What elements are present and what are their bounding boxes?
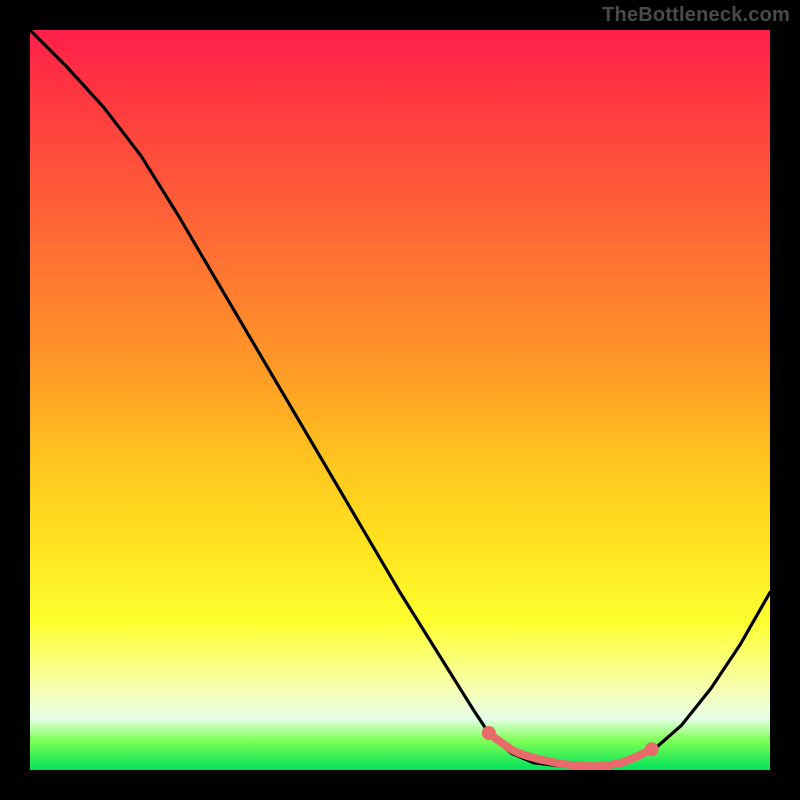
chart-frame: TheBottleneck.com: [0, 0, 800, 800]
bottleneck-chart: [30, 30, 770, 770]
highlight-mid-dot: [515, 749, 522, 756]
optimal-range-highlight: [489, 733, 652, 766]
highlight-mid-dot: [537, 756, 544, 763]
plot-area: [30, 30, 770, 770]
highlight-endpoint-dot: [482, 726, 496, 740]
highlight-endpoint-dot: [645, 742, 659, 756]
highlight-mid-dot: [589, 763, 596, 770]
highlight-mid-dot: [559, 761, 566, 768]
bottleneck-curve: [30, 30, 770, 766]
source-watermark: TheBottleneck.com: [602, 4, 790, 27]
